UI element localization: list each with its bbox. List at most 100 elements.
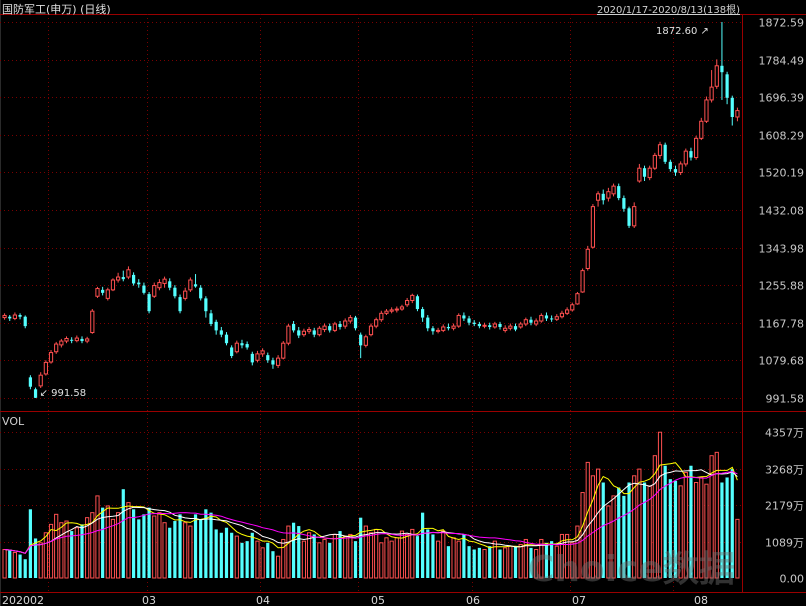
x-tick-label: 03: [142, 594, 156, 606]
max-price-label: 1872.60 ↗: [656, 26, 709, 37]
candle-body: [271, 360, 275, 365]
volume-bar: [498, 549, 502, 578]
volume-bar: [446, 546, 451, 578]
volume-bar: [266, 542, 270, 578]
candle-body: [730, 97, 734, 117]
candle-body: [647, 167, 652, 179]
volume-bar: [219, 532, 223, 578]
candle-body: [544, 315, 549, 319]
candle-body: [421, 309, 425, 318]
volume-bar: [456, 540, 461, 579]
candle-body: [498, 323, 502, 327]
volume-bar: [48, 523, 54, 579]
candle-body: [363, 336, 368, 346]
volume-bar: [735, 518, 740, 579]
volume-tick-label: 3268万: [765, 464, 804, 477]
candle-body: [219, 330, 223, 335]
candle-body: [513, 326, 518, 330]
volume-bar: [64, 520, 69, 579]
candle-body: [297, 330, 301, 336]
volume-bar: [28, 509, 32, 578]
candle-body: [338, 323, 342, 327]
volume-bar: [410, 528, 415, 579]
candle-body: [704, 99, 709, 122]
date-range[interactable]: 2020/1/17-2020/8/13(138根): [597, 1, 740, 16]
volume-bar: [503, 547, 508, 579]
volume-bar: [384, 537, 389, 579]
candle-body: [622, 198, 626, 209]
volume-bar: [374, 528, 379, 579]
candle-body: [199, 287, 203, 299]
volume-bar: [59, 522, 64, 579]
volume-bar: [359, 517, 363, 578]
candle-body: [590, 206, 596, 248]
candle-body: [2, 314, 7, 319]
chart: 1872.59 1784.49 1696.39 1608.29 1520.19 1432.…: [0, 0, 806, 606]
volume-bar: [152, 515, 157, 579]
candle-body: [410, 294, 415, 302]
candle-body: [529, 319, 533, 323]
volume-bar: [435, 540, 441, 579]
volume-bar: [353, 541, 358, 578]
volume-bar: [472, 549, 476, 578]
candle-body: [462, 315, 466, 319]
candle-body: [725, 74, 729, 98]
volume-bar: [276, 555, 281, 579]
volume-bar: [441, 530, 446, 579]
candle-body: [142, 285, 146, 293]
volume-bar: [368, 532, 374, 579]
volume-bar: [126, 502, 131, 579]
price-tick-label: 1079.68: [759, 355, 805, 368]
x-tick-label: 07: [572, 594, 586, 606]
volume-bar: [38, 542, 43, 579]
volume-bar: [70, 531, 74, 578]
candle-body: [116, 276, 121, 281]
volume-bar: [121, 489, 125, 578]
candle-body: [446, 326, 451, 329]
candle-body: [152, 285, 157, 297]
volume-tick-label: 0.00: [780, 573, 805, 586]
price-tick-label: 1432.08: [759, 205, 805, 218]
candle-body: [8, 316, 12, 319]
volume-bar: [291, 522, 296, 578]
price-tick-label: 1696.39: [759, 92, 805, 105]
candle-body: [162, 278, 167, 284]
candle-body: [508, 325, 513, 329]
candle-body: [85, 338, 90, 342]
candle-body: [188, 279, 193, 291]
volume-bar: [80, 524, 84, 578]
candle-body: [405, 300, 410, 306]
volume-bar: [343, 535, 348, 579]
candle-body: [518, 323, 523, 328]
volume-bar: [95, 495, 100, 579]
price-tick-label: 1343.98: [759, 243, 805, 256]
candle-body: [720, 65, 724, 73]
candle-body: [611, 185, 616, 195]
candle-body: [580, 270, 585, 293]
volume-bar: [234, 535, 239, 579]
candle-body: [415, 296, 420, 310]
price-tick-label: 1520.19: [759, 167, 805, 180]
volume-bar: [147, 507, 151, 578]
candle-body: [709, 86, 714, 101]
volume-tick-label: 1089万: [765, 537, 804, 550]
volume-bar: [462, 534, 466, 578]
volume-bar: [286, 525, 291, 579]
volume-bar: [173, 521, 177, 578]
x-tick-label: 08: [694, 594, 708, 606]
candle-body: [374, 319, 379, 327]
volume-tick-label: 2179万: [765, 500, 804, 513]
volume-bar: [188, 525, 193, 579]
volume-bar: [168, 527, 172, 578]
candle-body: [399, 306, 405, 310]
candle-body: [312, 330, 316, 335]
candle-body: [683, 150, 688, 165]
volume-bar: [255, 540, 260, 579]
candle-body: [368, 325, 374, 336]
candle-body: [74, 337, 79, 342]
candle-body: [147, 294, 151, 312]
candle-body: [328, 326, 332, 331]
candle-body: [565, 309, 570, 314]
candle-body: [322, 325, 327, 331]
candle-body: [204, 298, 208, 312]
